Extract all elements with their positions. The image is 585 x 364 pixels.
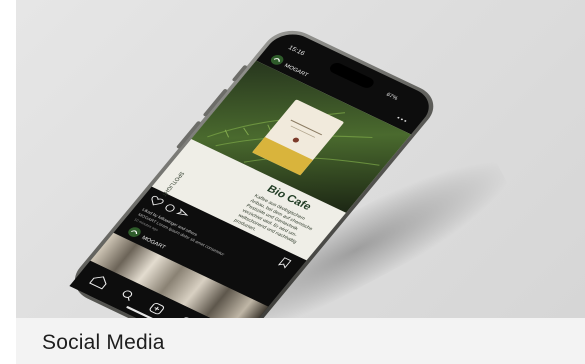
product-photo: 15:16 67% MOGART Bio Cafe Kaffee aus öko… bbox=[16, 0, 585, 318]
project-caption[interactable]: Social Media bbox=[42, 331, 165, 355]
phone-mockup: 15:16 67% MOGART Bio Cafe Kaffee aus öko… bbox=[69, 30, 434, 318]
